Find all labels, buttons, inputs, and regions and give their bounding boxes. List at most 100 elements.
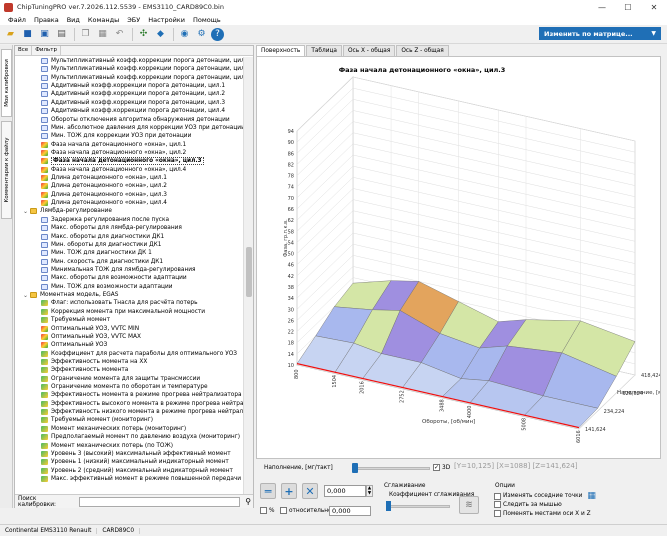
- tree-filter[interactable]: Фильтр: [32, 46, 61, 55]
- option-neighbor-points[interactable]: Изменять соседние точки ▦: [494, 491, 596, 501]
- follow-mouse-checkbox[interactable]: [494, 501, 501, 508]
- save-icon[interactable]: ■: [20, 27, 35, 42]
- tree-item[interactable]: Уровень 2 (средний) максимальный индикат…: [41, 467, 233, 475]
- tree-item[interactable]: Эффективность высокого момента в режиме …: [41, 400, 243, 408]
- tree-item[interactable]: Фаза начала детонационного «окна», цил.3: [41, 157, 204, 166]
- relative-input[interactable]: 0,000: [329, 506, 371, 516]
- checkbox-3d-box[interactable]: ✓: [433, 464, 440, 471]
- minimize-button[interactable]: —: [589, 0, 615, 14]
- print-icon[interactable]: ▤: [54, 27, 69, 42]
- value-input[interactable]: 0,000: [324, 485, 366, 497]
- tree-folder[interactable]: ⌄ Лямбда-регулирование: [23, 207, 112, 215]
- search-icon[interactable]: ⚲: [243, 497, 253, 507]
- tree-item[interactable]: Мин. скорость для диагностики ДК1: [41, 258, 163, 266]
- tree-scrollbar[interactable]: [243, 57, 253, 494]
- relative-checkbox[interactable]: [280, 507, 287, 514]
- menu-help[interactable]: Помощь: [189, 16, 225, 24]
- settings-icon[interactable]: ⚙: [194, 27, 209, 42]
- tree-item[interactable]: Мин. ТОЖ для диагностики ДК 1: [41, 249, 152, 257]
- option-follow-mouse[interactable]: Следить за мышью: [494, 501, 562, 508]
- tree-item[interactable]: Эффективность момента на ХХ: [41, 358, 147, 366]
- tree-item[interactable]: Эффективность момента: [41, 366, 128, 374]
- checkbox-3d[interactable]: ✓ 3D: [433, 464, 450, 471]
- tree-item[interactable]: Предполагаемый момент по давлению воздух…: [41, 433, 240, 441]
- tree-item[interactable]: Задержка регулирования после пуска: [41, 216, 169, 224]
- tree-item[interactable]: Фаза начала детонационного «окна», цил.1: [41, 141, 186, 149]
- grid-icon[interactable]: ▦: [587, 491, 596, 501]
- search-input[interactable]: [78, 496, 241, 507]
- tree-item[interactable]: Момент механических потерь (мониторинг): [41, 425, 186, 433]
- tree-item[interactable]: Аддитивный коэфф.коррекции порога детона…: [41, 99, 225, 107]
- tree-item[interactable]: Мультипликативный коэфф.коррекции порога…: [41, 65, 243, 73]
- compare-icon[interactable]: ◆: [153, 27, 168, 42]
- tree-item[interactable]: Уровень 1 (низкий) максимальный индикато…: [41, 458, 229, 466]
- tree-item[interactable]: Требуемый момент: [41, 316, 110, 324]
- maximize-button[interactable]: ☐: [615, 0, 641, 14]
- tree-scrollbar-thumb[interactable]: [246, 247, 252, 297]
- undo-icon[interactable]: ↶: [112, 27, 127, 42]
- tree-item[interactable]: Мин. ТОЖ для возможности адаптации: [41, 283, 173, 291]
- tree-item[interactable]: Эффективность низкого момента в режиме п…: [41, 408, 243, 416]
- percent-checkbox[interactable]: [260, 507, 267, 514]
- save-as-icon[interactable]: ▣: [37, 27, 52, 42]
- menu-edit[interactable]: Правка: [30, 16, 63, 24]
- tree-item[interactable]: Коррекция момента при максимальной мощно…: [41, 308, 205, 316]
- tab-x-axis[interactable]: Ось X - общая: [342, 45, 396, 56]
- tree-filter-all[interactable]: Все: [15, 46, 33, 55]
- tree-item[interactable]: Макс. обороты для возможности адаптации: [41, 274, 187, 282]
- tree-item[interactable]: Мин. обороты для диагностики ДК1: [41, 241, 161, 249]
- redo-icon[interactable]: ✣: [136, 27, 151, 42]
- menu-view[interactable]: Вид: [63, 16, 84, 24]
- fill-slider-track[interactable]: [356, 467, 430, 470]
- tree-item[interactable]: Макс. обороты для диагностики ДК1: [41, 233, 164, 241]
- smooth-button[interactable]: ≋: [459, 496, 479, 514]
- menu-file[interactable]: Файл: [4, 16, 30, 24]
- tree-item[interactable]: Мультипликативный коэфф.коррекции порога…: [41, 74, 243, 82]
- menu-settings[interactable]: Настройки: [144, 16, 189, 24]
- menu-commands[interactable]: Команды: [84, 16, 123, 24]
- tree-item[interactable]: Аддитивный коэфф.коррекции порога детона…: [41, 90, 225, 98]
- tree-item[interactable]: Ограничение момента для защиты трансмисс…: [41, 375, 200, 383]
- zoom-icon[interactable]: ◉: [177, 27, 192, 42]
- tree-item[interactable]: Флаг: использовать Тнасла для расчёта по…: [41, 299, 198, 307]
- tree-item[interactable]: Требуемый момент (мониторинг): [41, 416, 153, 424]
- option-swap-axes[interactable]: Поменять местами оси X и Z: [494, 510, 591, 517]
- tree-item[interactable]: Мин. абсолютное давления для коррекции У…: [41, 124, 243, 132]
- tree-item[interactable]: Эффективность момента в режиме прогрева …: [41, 391, 242, 399]
- tree-folder[interactable]: ⌄ Моментная модель, EGAS: [23, 291, 118, 299]
- tree-item[interactable]: Оптимальный УОЗ: [41, 341, 107, 349]
- tab-my-calibrations[interactable]: Мои калибровки: [1, 49, 12, 117]
- smoothing-slider-track[interactable]: [386, 505, 450, 508]
- tree-item[interactable]: Макс. эффективный момент в режиме повыше…: [41, 475, 241, 483]
- tree-item[interactable]: Коэффициент для расчета параболы для опт…: [41, 350, 237, 358]
- tree-item[interactable]: Мин. ТОЖ для коррекции УОЗ при детонации: [41, 132, 191, 140]
- tree-item[interactable]: Ограничение момента по оборотам и темпер…: [41, 383, 208, 391]
- match-matrix-button[interactable]: Изменить по матрице... ▼: [539, 27, 661, 40]
- tree-item[interactable]: Макс. обороты для лямбда-регулирования: [41, 224, 182, 232]
- tree-item[interactable]: Аддитивный коэфф.коррекции порога детона…: [41, 82, 225, 90]
- tree-item[interactable]: Мультипликативный коэфф.коррекции порога…: [41, 57, 243, 65]
- tree-item[interactable]: Длина детонационного «окна», цил.2: [41, 182, 167, 190]
- relative-option[interactable]: относительно: [280, 507, 332, 514]
- swap-axes-checkbox[interactable]: [494, 510, 501, 517]
- tree-item[interactable]: Момент механических потерь (по ТОЖ): [41, 442, 173, 450]
- copy-icon[interactable]: ❐: [78, 27, 93, 42]
- close-button[interactable]: ✕: [641, 0, 667, 14]
- tree-item[interactable]: Фаза начала детонационного «окна», цил.2: [41, 149, 186, 157]
- paste-icon[interactable]: ▦: [95, 27, 110, 42]
- tree-item[interactable]: Уровень 3 (высокий) максимальный эффекти…: [41, 450, 231, 458]
- expand-chevron-icon[interactable]: ⌄: [23, 292, 30, 299]
- set-value-button[interactable]: ═: [260, 483, 276, 499]
- surface-chart[interactable]: Фаза начала детонационного «окна», цил.3…: [256, 56, 661, 459]
- tab-z-axis[interactable]: Ось Z - общая: [396, 45, 449, 56]
- help-icon[interactable]: ?: [211, 27, 224, 41]
- tree-item[interactable]: Фаза начала детонационного «окна», цил.4: [41, 166, 186, 174]
- open-folder-icon[interactable]: ▰: [3, 27, 18, 42]
- fill-slider-thumb[interactable]: [352, 463, 358, 473]
- tree-item[interactable]: Аддитивный коэфф.коррекции порога детона…: [41, 107, 225, 115]
- tree-item[interactable]: Оптимальный УОЗ, VVTC MAX: [41, 333, 141, 341]
- smoothing-slider-thumb[interactable]: [386, 501, 391, 511]
- tree-item[interactable]: Длина детонационного «окна», цил.3: [41, 191, 167, 199]
- tab-file-comments[interactable]: Комментарии к файлу: [1, 121, 12, 219]
- tree-item[interactable]: Длина детонационного «окна», цил.4: [41, 199, 167, 207]
